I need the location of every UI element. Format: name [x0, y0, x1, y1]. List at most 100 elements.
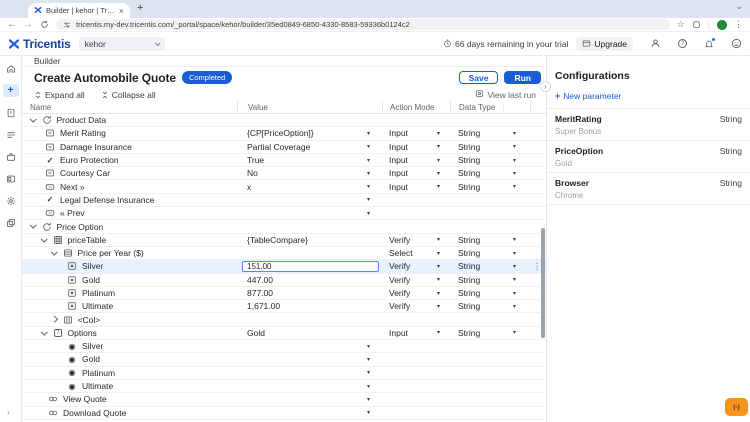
value-text[interactable]: 877.00	[247, 288, 273, 298]
step-row[interactable]: Ultimate1,671.00Verify▾String▾	[22, 300, 546, 313]
data-type-caret-icon[interactable]: ▾	[513, 290, 516, 297]
data-type-caret-icon[interactable]: ▾	[513, 157, 516, 164]
action-mode-value[interactable]: Input	[389, 182, 408, 192]
action-mode-value[interactable]: Select	[389, 248, 413, 258]
sidebar-item-create-plus[interactable]: +	[3, 84, 19, 97]
sidebar-item-briefcase[interactable]	[3, 150, 19, 163]
tree-collapse-icon[interactable]	[41, 235, 47, 241]
action-mode-caret-icon[interactable]: ▾	[437, 250, 440, 257]
data-type-caret-icon[interactable]: ▾	[513, 276, 516, 283]
scrollbar-thumb[interactable]	[541, 228, 545, 338]
step-row[interactable]: « Prev▾	[22, 207, 546, 220]
data-type-value[interactable]: String	[458, 328, 480, 338]
data-type-caret-icon[interactable]: ▾	[513, 303, 516, 310]
value-dropdown-caret-icon[interactable]: ▾	[367, 383, 370, 390]
help-icon[interactable]: ?	[678, 39, 687, 48]
action-mode-value[interactable]: Input	[389, 155, 408, 165]
tree-expand-icon[interactable]	[51, 316, 57, 322]
step-row[interactable]: ◉Gold▾	[22, 353, 546, 366]
value-dropdown-caret-icon[interactable]: ▾	[367, 157, 370, 164]
value-dropdown-caret-icon[interactable]: ▾	[367, 210, 370, 217]
address-bar[interactable]: tricentis.my-dev.tricentis.com/_portal/s…	[56, 19, 670, 30]
step-row[interactable]: ◉Platinum▾	[22, 367, 546, 380]
tab-strip-chevron-icon[interactable]: ⌄	[735, 1, 743, 12]
value-dropdown-caret-icon[interactable]: ▾	[367, 183, 370, 190]
data-type-value[interactable]: String	[458, 168, 480, 178]
step-row[interactable]: Next »x▾Input▾String▾	[22, 180, 546, 193]
value-text[interactable]: 447.00	[247, 275, 273, 285]
upgrade-button[interactable]: Upgrade	[576, 37, 633, 51]
action-mode-value[interactable]: Input	[389, 328, 408, 338]
workspace-select[interactable]: kehor	[79, 37, 165, 51]
bookmark-star-icon[interactable]: ☆	[677, 19, 685, 30]
action-mode-caret-icon[interactable]: ▾	[437, 170, 440, 177]
step-row[interactable]: Courtesy CarNo▾Input▾String▾	[22, 167, 546, 180]
step-row[interactable]: Gold447.00Verify▾String▾	[22, 274, 546, 287]
data-type-caret-icon[interactable]: ▾	[513, 250, 516, 257]
data-type-caret-icon[interactable]: ▾	[513, 170, 516, 177]
step-row[interactable]: ◉Ultimate▾	[22, 380, 546, 393]
forward-icon[interactable]: →	[24, 20, 34, 30]
step-row[interactable]: Merit Rating{CP[PriceOption]}▾Input▾Stri…	[22, 127, 546, 140]
action-mode-value[interactable]: Input	[389, 168, 408, 178]
data-type-caret-icon[interactable]: ▾	[513, 183, 516, 190]
action-mode-value[interactable]: Verify	[389, 261, 410, 271]
step-row[interactable]: Damage InsurancePartial Coverage▾Input▾S…	[22, 141, 546, 154]
data-type-caret-icon[interactable]: ▾	[513, 236, 516, 243]
step-row[interactable]: Platinum877.00Verify▾String▾	[22, 287, 546, 300]
action-mode-caret-icon[interactable]: ▾	[437, 329, 440, 336]
action-mode-value[interactable]: Verify	[389, 288, 410, 298]
value-dropdown-caret-icon[interactable]: ▾	[367, 143, 370, 150]
value-text[interactable]: {TableCompare}	[247, 235, 308, 245]
step-row[interactable]: Download Quote▾	[22, 407, 546, 420]
tab-close-icon[interactable]: ×	[119, 7, 124, 15]
tree-collapse-icon[interactable]	[30, 116, 36, 122]
value-dropdown-caret-icon[interactable]: ▾	[367, 369, 370, 376]
value-text[interactable]: Gold	[247, 328, 265, 338]
data-type-caret-icon[interactable]: ▾	[513, 130, 516, 137]
action-mode-caret-icon[interactable]: ▾	[437, 290, 440, 297]
action-mode-caret-icon[interactable]: ▾	[437, 263, 440, 270]
value-text[interactable]: 1,671.00	[247, 301, 280, 311]
parameter-row[interactable]: MeritRatingStringSuper Bonus	[547, 108, 750, 140]
value-dropdown-caret-icon[interactable]: ▾	[367, 343, 370, 350]
step-row[interactable]: View Quote▾	[22, 393, 546, 406]
value-text[interactable]: x	[247, 182, 251, 192]
feedback-widget[interactable]: (-)	[725, 398, 748, 416]
value-text[interactable]: {CP[PriceOption]}	[247, 128, 314, 138]
value-dropdown-caret-icon[interactable]: ▾	[367, 170, 370, 177]
step-row[interactable]: <Col>	[22, 313, 546, 326]
browser-tab[interactable]: Builder | kehor | Tricentis Tos ×	[28, 3, 130, 18]
step-row[interactable]: ✓Euro ProtectionTrue▾Input▾String▾	[22, 154, 546, 167]
value-text[interactable]: Partial Coverage	[247, 142, 310, 152]
parameter-row[interactable]: PriceOptionStringGold	[547, 140, 750, 172]
action-mode-caret-icon[interactable]: ▾	[437, 303, 440, 310]
value-dropdown-caret-icon[interactable]: ▾	[367, 409, 370, 416]
back-icon[interactable]: ←	[7, 20, 17, 30]
data-type-caret-icon[interactable]: ▾	[513, 329, 516, 336]
tree-collapse-icon[interactable]	[51, 249, 57, 255]
breadcrumb[interactable]: Builder	[22, 56, 546, 67]
data-type-value[interactable]: String	[458, 142, 480, 152]
data-type-value[interactable]: String	[458, 261, 480, 271]
view-last-run-button[interactable]: View last run	[475, 89, 536, 100]
save-button[interactable]: Save	[459, 71, 499, 84]
data-type-value[interactable]: String	[458, 128, 480, 138]
site-info-icon[interactable]	[63, 21, 71, 29]
data-type-value[interactable]: String	[458, 182, 480, 192]
account-smiley-icon[interactable]	[731, 38, 742, 49]
value-dropdown-caret-icon[interactable]: ▾	[367, 196, 370, 203]
run-button[interactable]: Run	[504, 71, 541, 84]
value-dropdown-caret-icon[interactable]: ▾	[367, 356, 370, 363]
action-mode-value[interactable]: Verify	[389, 235, 410, 245]
action-mode-caret-icon[interactable]: ▾	[437, 183, 440, 190]
tree-collapse-icon[interactable]	[30, 222, 36, 228]
step-row[interactable]: Price Option	[22, 220, 546, 233]
data-type-value[interactable]: String	[458, 288, 480, 298]
profile-avatar[interactable]	[717, 20, 727, 30]
sidebar-item-stack[interactable]	[3, 216, 19, 229]
action-mode-caret-icon[interactable]: ▾	[437, 143, 440, 150]
action-mode-caret-icon[interactable]: ▾	[437, 276, 440, 283]
action-mode-caret-icon[interactable]: ▾	[437, 157, 440, 164]
action-mode-caret-icon[interactable]: ▾	[437, 236, 440, 243]
